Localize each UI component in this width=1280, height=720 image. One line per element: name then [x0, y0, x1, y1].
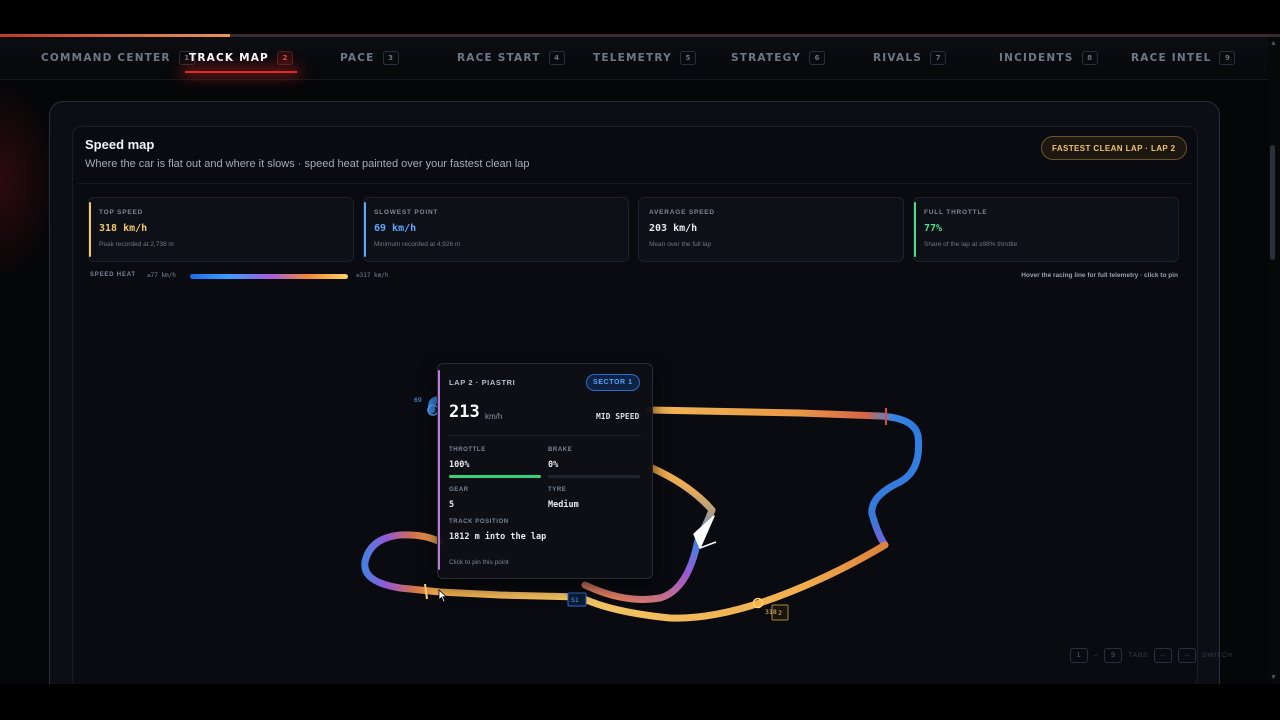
- throttle-bar: [449, 475, 541, 478]
- window-bottombar: [0, 684, 1280, 720]
- track-map[interactable]: [0, 0, 1280, 720]
- gear-label: GEAR: [449, 487, 469, 493]
- key-next-arrow-icon: →: [1178, 648, 1197, 663]
- slowest-point-label: 69: [414, 396, 422, 404]
- tyre-label: TYRE: [548, 487, 567, 493]
- keyboard-hint: 1 – 9 TABS ← → SWITCH: [1070, 648, 1233, 663]
- tooltip-lap-driver: LAP 2 · PIASTRI: [449, 378, 516, 387]
- tooltip-speed-band: MID SPEED: [596, 412, 640, 421]
- tabs-hint-label: TABS: [1128, 652, 1149, 659]
- tooltip-sector-badge: SECTOR 1: [586, 374, 640, 391]
- sector-tag-label: S1: [571, 596, 579, 604]
- brake-value: 0%: [548, 460, 559, 470]
- key-last-tab: 9: [1104, 648, 1123, 663]
- gear-value: 5: [449, 500, 455, 510]
- switch-hint-label: SWITCH: [1202, 652, 1233, 659]
- tooltip-speed-unit: km/h: [485, 412, 503, 421]
- track-position-value: 1812 m into the lap: [449, 532, 547, 542]
- start-line-marker: [424, 583, 428, 600]
- tyre-value: Medium: [548, 500, 579, 510]
- track-segment-right[interactable]: [868, 432, 923, 549]
- tooltip-speed: 213: [449, 402, 480, 422]
- tooltip-divider: [449, 435, 641, 436]
- turn-tag-label: 2: [778, 609, 782, 617]
- mouse-cursor-icon: [438, 589, 448, 603]
- telemetry-tooltip[interactable]: LAP 2 · PIASTRI SECTOR 1 213 km/h MID SP…: [437, 363, 653, 579]
- tooltip-accent: [438, 370, 440, 570]
- brake-label: BRAKE: [548, 447, 573, 453]
- key-first-tab: 1: [1070, 648, 1088, 663]
- brake-bar: [548, 475, 640, 478]
- throttle-value: 100%: [449, 460, 470, 470]
- top-speed-label: 318: [765, 608, 777, 616]
- track-position-label: TRACK POSITION: [449, 519, 509, 525]
- throttle-bar-fill: [449, 475, 541, 478]
- key-range-separator: –: [1094, 652, 1099, 659]
- track-segment-top[interactable]: [646, 406, 922, 440]
- key-prev-arrow-icon: ←: [1154, 648, 1173, 663]
- pin-hint[interactable]: Click to pin this point: [449, 559, 509, 566]
- throttle-label: THROTTLE: [449, 447, 486, 453]
